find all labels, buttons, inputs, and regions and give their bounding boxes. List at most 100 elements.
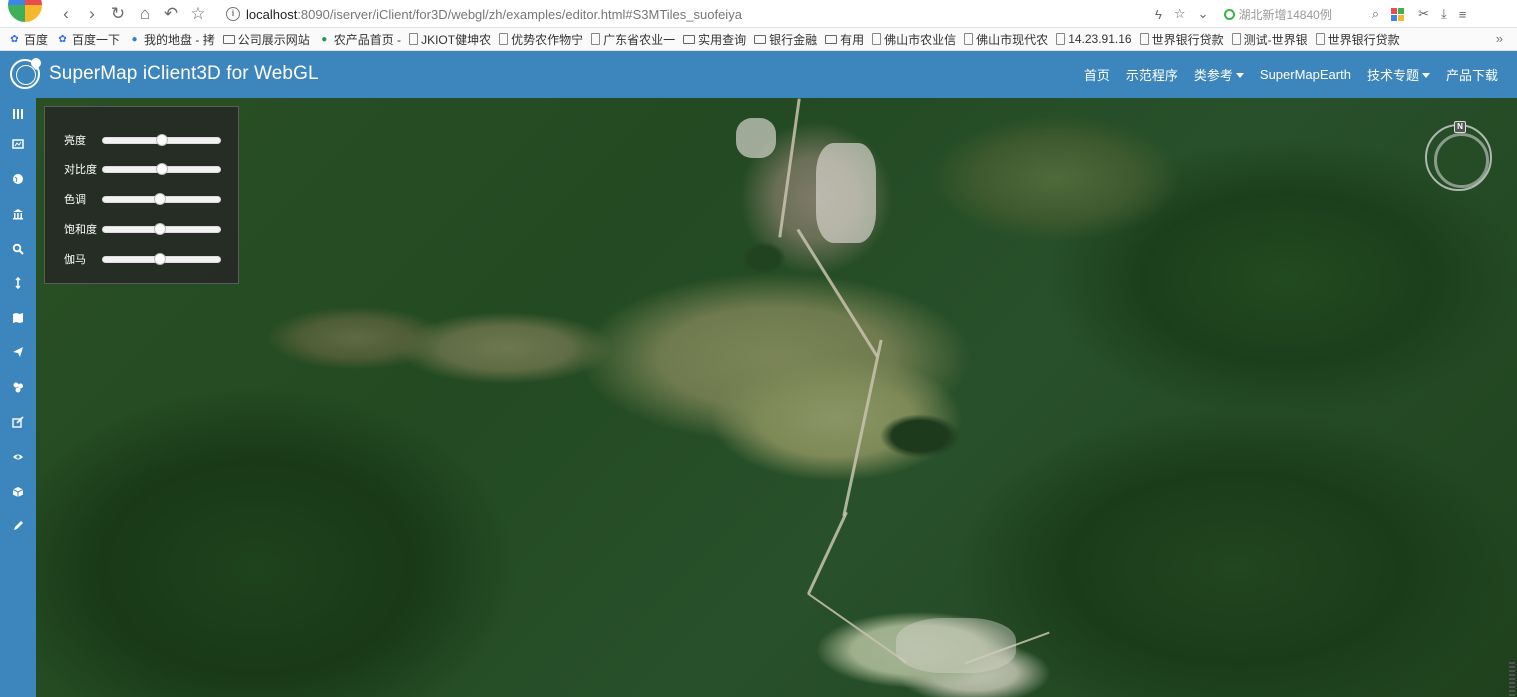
contrast-slider-thumb[interactable] — [155, 162, 168, 175]
model-icon[interactable] — [0, 476, 36, 508]
bookmark-label: 佛山市农业信 — [884, 32, 957, 47]
page-icon — [964, 33, 974, 45]
cluster-icon[interactable] — [0, 371, 36, 403]
bookmarks-more-icon[interactable]: » — [1496, 31, 1503, 46]
bookmark-item[interactable]: 广东省农业一 — [591, 31, 675, 48]
gamma-slider[interactable] — [102, 252, 221, 265]
brightness-slider[interactable] — [102, 133, 221, 146]
saturation-label: 饱和度 — [64, 224, 97, 236]
bookmark-item[interactable]: 世界银行贷款 — [1139, 31, 1224, 48]
bookmark-label: 世界银行贷款 — [1151, 32, 1224, 47]
bookmark-item[interactable]: ● 我的地盘 - 拷 — [128, 31, 215, 48]
nav-item[interactable]: 产品下载 — [1446, 65, 1498, 84]
compass-icon[interactable]: N — [1425, 121, 1492, 191]
bookmark-item[interactable]: ✿ 百度 — [8, 31, 48, 48]
bookmark-item[interactable]: 佛山市现代农 — [964, 31, 1048, 48]
nav-item[interactable]: 类参考 — [1194, 65, 1244, 84]
home-icon[interactable]: ⌂ — [135, 4, 155, 24]
hue-label: 色调 — [64, 194, 86, 206]
download-icon[interactable]: ⤓ — [1441, 6, 1447, 22]
back-icon[interactable]: ‹ — [56, 4, 76, 24]
bookmark-item[interactable]: ✿ 百度一下 — [56, 31, 120, 48]
bookmark-item[interactable]: 公司展示网站 — [222, 31, 310, 48]
bookmark-label: 农产品首页 - — [333, 32, 402, 47]
compass-north-label: N — [1454, 121, 1466, 133]
nav-item[interactable]: 首页 — [1084, 65, 1110, 84]
nav-item[interactable]: SuperMapEarth — [1260, 65, 1351, 84]
bookmark-item[interactable]: 银行金融 — [754, 31, 817, 48]
bookmark-label: JKIOT健坤农 — [421, 32, 492, 47]
adjust-row-brightness: 亮度 — [45, 130, 240, 150]
supermap-logo-icon[interactable] — [10, 59, 40, 89]
app-header: SuperMap iClient3D for WebGL 首页 示范程序 类参考 Su… — [0, 51, 1517, 98]
brightness-slider-thumb[interactable] — [155, 133, 168, 146]
scissors-icon[interactable]: ✂ — [1418, 6, 1429, 22]
lightning-icon[interactable]: ϟ — [1155, 7, 1162, 22]
sidebar — [0, 98, 36, 697]
nav-item[interactable]: 示范程序 — [1126, 65, 1178, 84]
gamma-slider-thumb[interactable] — [154, 252, 167, 265]
adjust-row-contrast: 对比度 — [45, 159, 240, 179]
hue-slider[interactable] — [102, 192, 221, 205]
nav-item-label: SuperMapEarth — [1259, 67, 1351, 82]
apps-grid-icon[interactable] — [1391, 7, 1405, 21]
browser-toolbar: ‹ › ↻ ⌂ ↶ ☆ i localhost :8090/iserver/iC… — [0, 0, 1517, 28]
reload-icon[interactable]: ↻ — [108, 4, 128, 24]
page-icon — [591, 33, 601, 45]
saturation-slider-thumb[interactable] — [154, 222, 167, 235]
edit-icon[interactable] — [0, 406, 36, 438]
fly-icon[interactable] — [0, 336, 36, 368]
bookmark-label: 14.23.91.16 — [1068, 32, 1132, 46]
contrast-slider[interactable] — [102, 162, 221, 175]
leaf-icon: ● — [321, 33, 328, 45]
undo-icon[interactable]: ↶ — [161, 4, 181, 24]
measure-icon[interactable] — [0, 267, 36, 299]
star-icon[interactable]: ☆ — [188, 4, 208, 24]
bookmark-item[interactable]: 世界银行贷款 — [1315, 31, 1400, 48]
forward-icon[interactable]: › — [82, 4, 102, 24]
nav-item-label: 类参考 — [1193, 68, 1233, 83]
address-bar[interactable]: i localhost :8090/iserver/iClient/for3D/… — [226, 2, 1226, 26]
bookmark-item[interactable]: 有用 — [825, 31, 864, 48]
bookmark-label: 百度一下 — [72, 32, 121, 47]
hue-slider-thumb[interactable] — [154, 192, 167, 205]
page-icon — [409, 33, 419, 45]
saturation-slider[interactable] — [102, 222, 221, 235]
bookmark-item[interactable]: 14.23.91.16 — [1056, 32, 1132, 46]
adjust-row-gamma: 伽马 — [45, 249, 240, 269]
road — [796, 228, 879, 358]
bookmark-item[interactable]: 优势农作物宁 — [499, 31, 583, 48]
view-icon[interactable] — [0, 441, 36, 473]
news-ticker[interactable]: 湖北新增14840例 — [1224, 6, 1332, 23]
globe-icon[interactable] — [0, 163, 36, 195]
scrollbar-handle[interactable] — [1509, 660, 1515, 696]
browser-logo-icon[interactable] — [8, 0, 42, 24]
search-icon[interactable] — [0, 233, 36, 265]
bookmark-label: 优势农作物宁 — [511, 32, 584, 47]
info-icon: i — [226, 7, 240, 21]
bookmark-item[interactable]: ● 农产品首页 - — [318, 31, 401, 48]
map-viewport[interactable] — [36, 98, 1517, 697]
scene-icon[interactable] — [0, 128, 36, 160]
map-icon[interactable] — [0, 302, 36, 334]
road — [778, 98, 801, 238]
bank-icon[interactable] — [0, 198, 36, 230]
pen-icon[interactable] — [0, 510, 36, 542]
nav-item[interactable]: 技术专题 — [1367, 65, 1430, 84]
bookmark-item[interactable]: 实用查询 — [683, 31, 746, 48]
bookmark-item[interactable]: JKIOT健坤农 — [409, 31, 491, 48]
favorite-icon[interactable]: ☆ — [1174, 6, 1186, 22]
menu-icon[interactable]: ≡ — [1459, 7, 1467, 22]
folder-icon — [222, 34, 235, 44]
nav-item-label: 技术专题 — [1366, 68, 1419, 83]
app-title[interactable]: SuperMap iClient3D for WebGL — [49, 63, 319, 85]
search-icon[interactable]: ⌕ — [1372, 6, 1379, 22]
village-area — [816, 143, 876, 243]
bookmark-label: 公司展示网站 — [237, 32, 310, 47]
dropdown-icon[interactable]: ⌄ — [1198, 6, 1209, 22]
bookmark-item[interactable]: 测试-世界银 — [1231, 31, 1308, 48]
caret-down-icon — [1235, 73, 1244, 78]
layers-icon[interactable] — [0, 98, 36, 130]
road — [807, 511, 848, 595]
bookmark-item[interactable]: 佛山市农业信 — [872, 31, 956, 48]
